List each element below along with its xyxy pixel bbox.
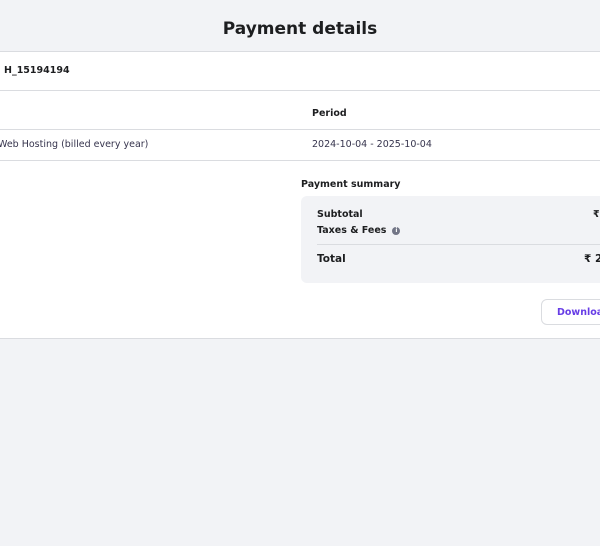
- subtotal-value: ₹: [593, 209, 600, 220]
- taxes-row: Taxes & Fees i: [317, 225, 401, 236]
- page-title: Payment details: [222, 19, 378, 39]
- download-button[interactable]: Download: [541, 299, 600, 325]
- table-row: Web Hosting (billed every year) 2024-10-…: [0, 130, 600, 161]
- column-header-period: Period: [312, 108, 347, 119]
- total-value: ₹ 2,: [584, 253, 600, 265]
- total-label: Total: [317, 253, 346, 265]
- table-header: Period: [0, 91, 600, 130]
- summary-divider: [317, 244, 600, 245]
- taxes-label: Taxes & Fees: [317, 225, 387, 236]
- info-icon[interactable]: i: [392, 226, 401, 235]
- payment-summary-box: Subtotal ₹ Taxes & Fees i Total ₹ 2,: [301, 196, 600, 283]
- payment-card: H_15194194 Period Web Hosting (billed ev…: [0, 51, 600, 339]
- order-id: H_15194194: [4, 65, 70, 76]
- order-header: H_15194194: [0, 52, 600, 91]
- item-name: Web Hosting (billed every year): [0, 139, 149, 150]
- payment-summary-heading: Payment summary: [301, 179, 401, 190]
- item-period: 2024-10-04 - 2025-10-04: [312, 139, 432, 150]
- subtotal-label: Subtotal: [317, 209, 363, 220]
- viewport: Payment details H_15194194 Period Web Ho…: [0, 0, 600, 546]
